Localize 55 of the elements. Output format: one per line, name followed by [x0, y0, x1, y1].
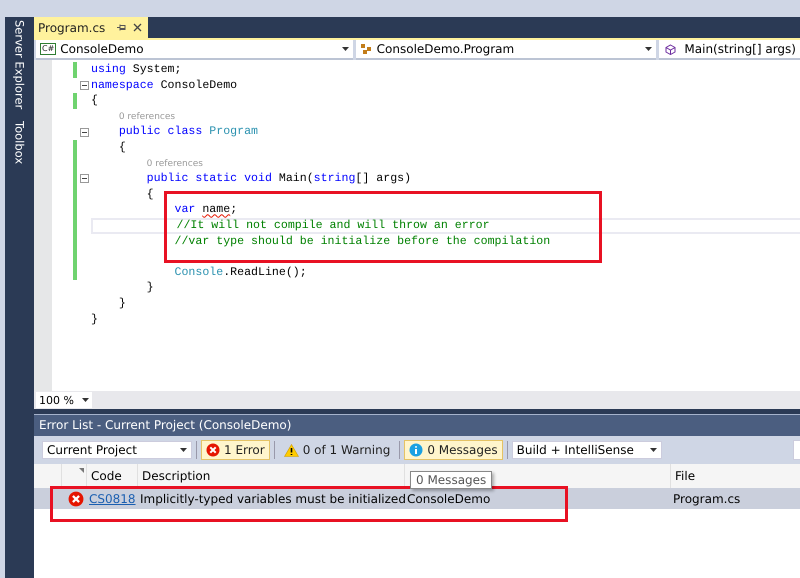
error-icon	[206, 443, 220, 457]
caret-icon	[650, 448, 657, 452]
collapse-icon[interactable]	[80, 80, 88, 90]
error-code-link[interactable]: CS0818	[89, 492, 136, 506]
filter-button[interactable]: 0 Messages	[404, 440, 503, 460]
navigation-dropdown[interactable]: C# ConsoleDemo	[36, 40, 353, 60]
caret-icon	[342, 47, 349, 51]
code-line: var name;	[174, 203, 238, 216]
filter-button[interactable]: 1 Error	[201, 440, 270, 460]
scope-dropdown[interactable]: Current Project	[42, 441, 192, 459]
search-field[interactable]	[793, 440, 800, 460]
collapse-icon[interactable]	[80, 128, 88, 137]
source-dropdown[interactable]: Build + IntelliSense	[512, 441, 662, 459]
side-tab[interactable]: Server Explorer	[12, 20, 26, 110]
column-header[interactable]: Description	[142, 469, 210, 483]
code-line: public static void Main(string[] args)	[146, 172, 412, 186]
code-line: {	[91, 94, 98, 108]
code-line: //It will not compile and will throw an error	[176, 218, 490, 232]
warning-icon	[284, 444, 299, 456]
column-header[interactable]: Code	[91, 469, 122, 483]
table-cell: Program.cs	[673, 492, 740, 506]
side-tab[interactable]: Toolbox	[12, 121, 26, 164]
navigation-dropdown[interactable]: ConsoleDemo.Program	[356, 40, 656, 60]
panel-title: Error List - Current Project (ConsoleDemo)	[34, 415, 800, 436]
code-line: using System;	[91, 63, 182, 76]
caret-icon	[180, 448, 187, 452]
sort-icon[interactable]	[79, 468, 84, 473]
code-line: public class Program	[118, 125, 258, 138]
code-line: {	[118, 140, 126, 154]
error-icon	[68, 490, 84, 506]
tooltip: 0 Messages	[410, 471, 492, 489]
zoom-dropdown[interactable]: 100 %	[36, 392, 92, 408]
caret-icon	[82, 398, 89, 402]
table-cell: ConsoleDemo	[407, 492, 490, 506]
code-line: }	[91, 312, 98, 326]
code-line: namespace ConsoleDemo	[91, 78, 238, 92]
info-icon	[409, 443, 424, 457]
navigation-dropdown[interactable]: Main(string[] args)	[659, 40, 800, 60]
collapse-icon[interactable]	[80, 174, 88, 184]
cube-icon	[665, 44, 676, 54]
csharp-icon: C#	[40, 43, 56, 55]
code-line: }	[146, 281, 154, 294]
filter-button[interactable]: 0 of 1 Warning	[278, 440, 396, 460]
code-line: Console.ReadLine();	[174, 266, 307, 279]
class-icon	[360, 43, 373, 55]
caret-icon	[645, 47, 652, 51]
document-tab[interactable]: Program.cs	[34, 17, 148, 38]
error-row[interactable]: CS0818 Implicitly-typed variables must be initialized ConsoleDemo Program.cs	[34, 488, 800, 509]
code-line: {	[146, 188, 154, 201]
code-line: }	[118, 296, 126, 310]
close-icon[interactable]	[133, 23, 142, 32]
table-cell: Implicitly-typed variables must be initialized	[140, 492, 406, 506]
code-line: //var type should be initialize before the compilation	[174, 234, 550, 248]
pin-icon[interactable]	[117, 23, 126, 32]
column-header[interactable]: File	[675, 469, 696, 483]
